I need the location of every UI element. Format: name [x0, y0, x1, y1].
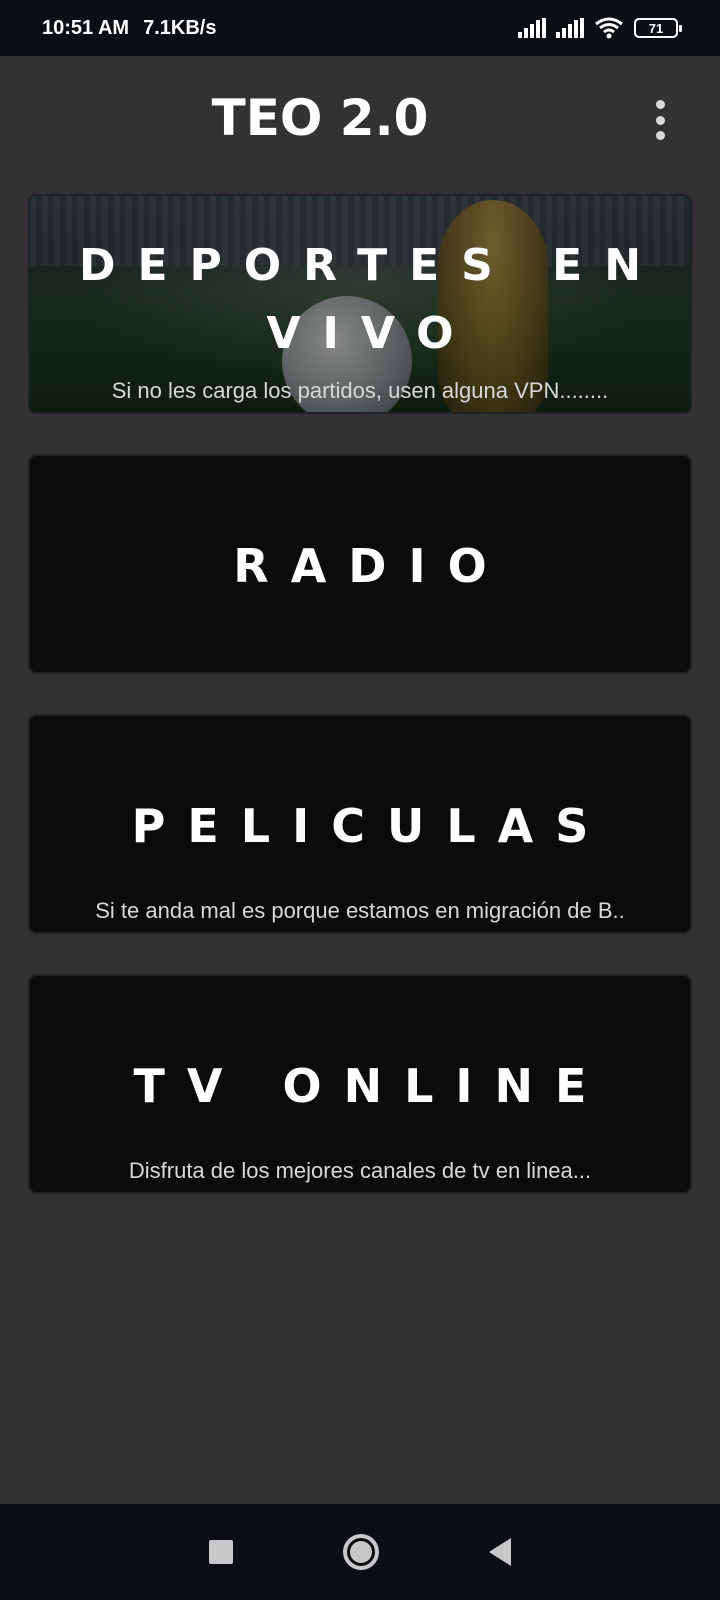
- signal-icon: [518, 18, 546, 38]
- card-peliculas[interactable]: PELICULAS Si te anda mal es porque estam…: [28, 714, 692, 934]
- status-left: 10:51 AM 7.1KB/s: [42, 17, 216, 40]
- status-time: 10:51 AM: [42, 16, 130, 39]
- card-title: DEPORTES EN VIVO: [78, 240, 664, 359]
- app-bar: TEO 2.0: [0, 56, 720, 180]
- card-deportes-en-vivo[interactable]: DEPORTES EN VIVO Si no les carga los par…: [28, 194, 692, 414]
- back-icon[interactable]: [489, 1538, 511, 1566]
- system-nav-bar: [0, 1504, 720, 1600]
- menu-dot: [655, 100, 665, 109]
- wifi-icon: [594, 17, 624, 39]
- card-radio[interactable]: RADIO: [28, 454, 692, 674]
- card-title: TV ONLINE: [133, 1059, 609, 1113]
- menu-dot: [655, 131, 665, 140]
- battery-icon: 71: [634, 18, 682, 38]
- overflow-menu-icon[interactable]: [648, 100, 672, 140]
- card-subtitle: Si te anda mal es porque estamos en migr…: [95, 898, 625, 923]
- app-title: TEO 2.0: [211, 89, 429, 147]
- menu-dot: [655, 115, 665, 125]
- home-icon[interactable]: [343, 1534, 379, 1570]
- signal-icon-2: [556, 18, 584, 38]
- card-subtitle: Disfruta de los mejores canales de tv en…: [128, 1158, 592, 1183]
- status-network-speed: 7.1KB/s: [143, 16, 217, 39]
- card-title: PELICULAS: [131, 799, 611, 853]
- status-bar: 10:51 AM 7.1KB/s 71: [0, 0, 720, 56]
- card-subtitle: Si no les carga los partidos, usen algun…: [111, 378, 609, 403]
- card-tv-online[interactable]: TV ONLINE Disfruta de los mejores canale…: [28, 974, 692, 1194]
- recent-apps-icon[interactable]: [209, 1540, 233, 1564]
- status-right: 71: [518, 17, 682, 39]
- card-title: RADIO: [233, 539, 509, 593]
